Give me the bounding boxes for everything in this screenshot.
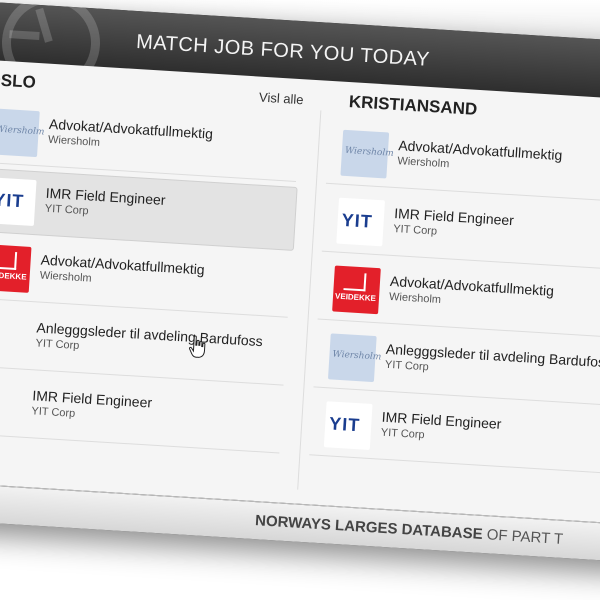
job-company: YIT Corp [380, 426, 425, 442]
job-company: YIT Corp [392, 222, 438, 238]
job-company: YIT Corp [35, 337, 80, 353]
column-title: KRISTIANSAND [348, 92, 478, 119]
column-kristiansand: KRISTIANSAND Wiersholm Advokat/Advokatfu… [306, 81, 600, 524]
veidekke-logo: VEIDEKKE [332, 265, 381, 315]
job-company: Wiersholm [397, 155, 450, 171]
job-company: Wiersholm [39, 269, 92, 285]
tilted-screen: MATCH JOB FOR YOU TODAY OSLO Visl alle W… [0, 0, 600, 580]
yit-logo: YIT [0, 177, 37, 227]
device-frame: MATCH JOB FOR YOU TODAY OSLO Visl alle W… [0, 1, 600, 563]
column-title: OSLO [0, 69, 37, 92]
wiersholm-logo: Wiersholm [340, 129, 394, 179]
job-listings: OSLO Visl alle Wiersholm Advokat/Advokat… [0, 59, 600, 525]
job-company: Wiersholm [388, 290, 442, 307]
list-item[interactable]: YIT IMR Field Engineer YIT Corp [309, 392, 600, 475]
wiersholm-logo: Wiersholm [327, 333, 382, 383]
job-company: Wiersholm [47, 133, 101, 149]
header-title: MATCH JOB FOR YOU TODAY [135, 30, 431, 71]
yit-logo: YIT [323, 401, 373, 450]
list-item[interactable]: YIT IMR Field Engineer YIT Corp [0, 167, 298, 251]
yit-logo: YIT [336, 197, 385, 247]
see-all-link[interactable]: Visl alle [259, 90, 304, 108]
column-oslo: OSLO Visl alle Wiersholm Advokat/Advokat… [0, 60, 312, 503]
job-company: YIT Corp [384, 358, 430, 374]
list-item[interactable]: Anlegggsleder til avdeling Bardufoss YIT… [0, 303, 288, 386]
list-item[interactable]: IMR Field Engineer YIT Corp [0, 371, 284, 454]
hand-cursor-icon [189, 335, 206, 358]
list-item[interactable]: Wiersholm Advokat/Advokatfullmektig Wier… [0, 99, 300, 182]
wiersholm-logo: Wiersholm [0, 108, 45, 158]
footer-tagline: NORWAYS LARGES DATABASE OF PART T [254, 512, 564, 548]
job-company: YIT Corp [31, 405, 76, 420]
veidekke-logo: VEIDEKKE [0, 244, 32, 293]
job-company: YIT Corp [44, 202, 89, 218]
